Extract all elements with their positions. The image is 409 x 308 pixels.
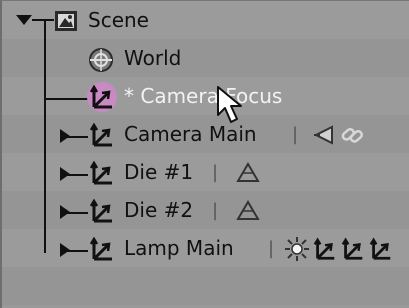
expand-triangle-icon[interactable]	[60, 167, 70, 181]
object-axes-icon	[88, 237, 116, 261]
outliner-item-label: Camera Main	[124, 122, 257, 146]
outliner-item-label: * Camera Focus	[124, 84, 283, 108]
outliner-item-label: Die #2	[124, 198, 194, 222]
outliner-row-die-1[interactable]: Die #1 |	[2, 153, 409, 191]
outliner-row-lamp-main[interactable]: Lamp Main |	[2, 229, 409, 267]
mouse-cursor-icon	[216, 85, 244, 125]
outliner-panel: Scene World * Camera Focus Camera Main |…	[0, 0, 409, 308]
object-axes-icon	[88, 161, 116, 185]
expand-triangle-icon[interactable]	[60, 205, 70, 219]
separator: |	[292, 123, 299, 145]
expand-triangle-icon[interactable]	[16, 15, 32, 25]
world-icon	[88, 47, 114, 73]
outliner-item-label: Lamp Main	[124, 236, 234, 260]
outliner-row-die-2[interactable]: Die #2 |	[2, 191, 409, 229]
outliner-item-label: World	[124, 46, 182, 70]
separator: |	[268, 237, 275, 259]
child-object-icon[interactable]	[368, 237, 394, 261]
mesh-icon[interactable]	[236, 200, 260, 222]
outliner-row-camera-focus[interactable]: * Camera Focus	[2, 77, 409, 115]
scene-icon	[54, 10, 78, 32]
object-axes-icon	[88, 85, 116, 109]
outliner-row-scene[interactable]: Scene	[2, 1, 409, 39]
object-axes-icon	[88, 123, 116, 147]
expand-triangle-icon[interactable]	[60, 243, 70, 257]
outliner-item-label: Die #1	[124, 160, 194, 184]
child-object-icon[interactable]	[340, 237, 366, 261]
outliner-row-camera-main[interactable]: Camera Main |	[2, 115, 409, 153]
lamp-icon[interactable]	[284, 236, 310, 262]
constraint-icon[interactable]	[340, 123, 366, 147]
expand-triangle-icon[interactable]	[60, 129, 70, 143]
mesh-icon[interactable]	[236, 162, 260, 184]
object-axes-icon	[88, 199, 116, 223]
separator: |	[212, 161, 219, 183]
camera-icon[interactable]	[312, 125, 334, 145]
outliner-row-world[interactable]: World	[2, 39, 409, 77]
separator: |	[212, 199, 219, 221]
child-object-icon[interactable]	[312, 237, 338, 261]
outliner-item-label: Scene	[88, 8, 149, 32]
